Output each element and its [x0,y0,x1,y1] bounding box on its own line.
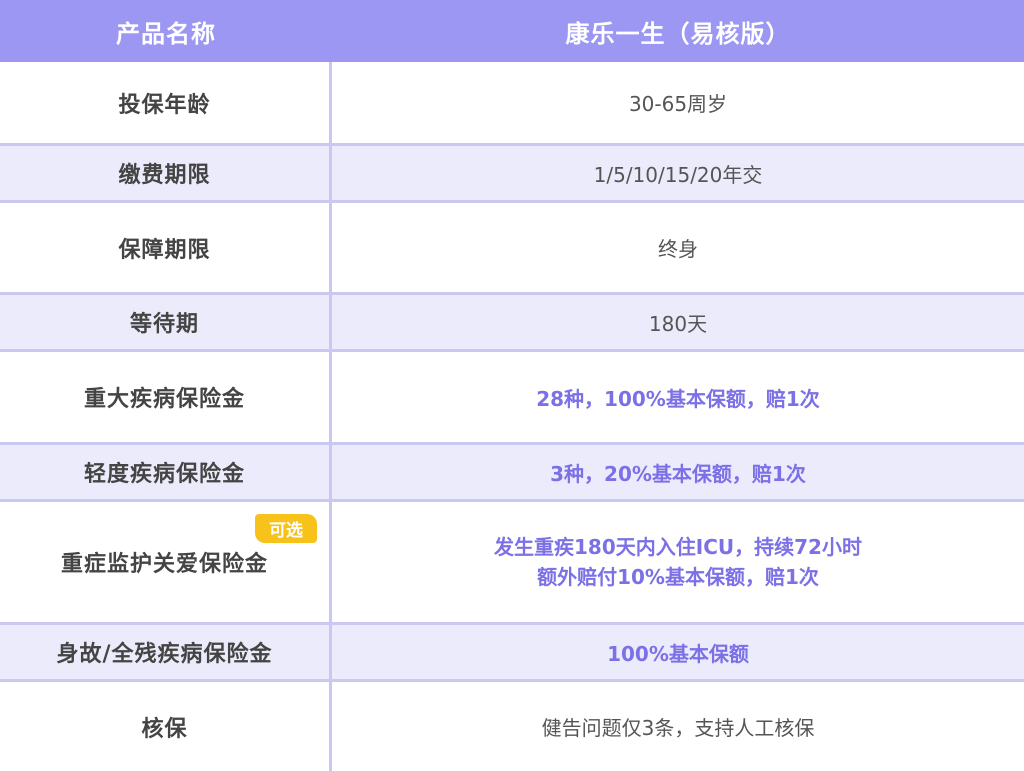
row-value-cell: 30-65周岁 [332,62,1024,143]
row-value: 180天 [648,311,708,336]
table-header-row: 产品名称 康乐一生（易核版） [0,0,1024,62]
row-value: 健告问题仅3条，支持人工核保 [541,716,815,740]
row-label-cell: 重大疾病保险金 [0,352,332,442]
row-label: 核保 [141,716,188,742]
row-value: 1/5/10/15/20年交 [593,162,763,187]
table-row-payment-term: 缴费期限 1/5/10/15/20年交 [0,146,1024,203]
table-row-underwriting: 核保 健告问题仅3条，支持人工核保 [0,682,1024,771]
row-label-cell: 投保年龄 [0,62,332,143]
comparison-table: 产品名称 康乐一生（易核版） 投保年龄 30-65周岁 缴费期限 1/5/10/… [0,0,1024,771]
row-value: 3种，20%基本保额，赔1次 [550,461,806,486]
table-row-coverage-term: 保障期限 终身 [0,203,1024,295]
row-value-cell: 28种，100%基本保额，赔1次 [332,352,1024,442]
row-value-line: 发生重疾180天内入住ICU，持续72小时 [494,535,862,559]
row-label-cell: 可选 重症监护关爱保险金 [0,502,332,622]
row-label: 轻度疾病保险金 [83,462,245,487]
row-value-cell: 1/5/10/15/20年交 [332,146,1024,200]
row-label-cell: 等待期 [0,295,332,349]
row-value-line: 额外赔付10%基本保额，赔1次 [537,565,819,589]
header-product-name-label: 产品名称 [116,19,216,48]
row-value-cell: 终身 [332,203,1024,292]
optional-badge: 可选 [255,514,317,543]
row-label-cell: 核保 [0,682,332,771]
row-value: 30-65周岁 [628,92,728,116]
table-row-death-disability: 身故/全残疾病保险金 100%基本保额 [0,625,1024,682]
table-row-icu-care: 可选 重症监护关爱保险金 发生重疾180天内入住ICU，持续72小时 额外赔付1… [0,502,1024,625]
header-product-title: 康乐一生（易核版） [565,19,791,48]
row-label: 投保年龄 [118,92,211,118]
row-value-cell: 发生重疾180天内入住ICU，持续72小时 额外赔付10%基本保额，赔1次 [332,502,1024,622]
row-label-cell: 缴费期限 [0,146,332,200]
row-value-cell: 健告问题仅3条，支持人工核保 [332,682,1024,771]
row-value-multiline: 发生重疾180天内入住ICU，持续72小时 额外赔付10%基本保额，赔1次 [494,532,862,592]
table-row-critical-illness: 重大疾病保险金 28种，100%基本保额，赔1次 [0,352,1024,445]
row-label: 等待期 [129,312,199,337]
header-right-cell: 康乐一生（易核版） [332,0,1024,62]
row-value-cell: 180天 [332,295,1024,349]
row-value: 28种，100%基本保额，赔1次 [536,386,820,411]
row-label-cell: 轻度疾病保险金 [0,445,332,499]
row-label: 身故/全残疾病保险金 [56,642,273,667]
row-label-cell: 保障期限 [0,203,332,292]
row-label: 重症监护关爱保险金 [60,552,268,577]
table-row-mild-illness: 轻度疾病保险金 3种，20%基本保额，赔1次 [0,445,1024,502]
row-label: 重大疾病保险金 [83,387,245,412]
row-label: 保障期限 [118,237,211,263]
row-label: 缴费期限 [118,163,211,188]
row-value-cell: 100%基本保额 [332,625,1024,679]
row-value: 100%基本保额 [607,641,749,666]
row-value-cell: 3种，20%基本保额，赔1次 [332,445,1024,499]
table-row-waiting-period: 等待期 180天 [0,295,1024,352]
header-left-cell: 产品名称 [0,0,332,62]
row-value: 终身 [658,237,698,261]
row-label-cell: 身故/全残疾病保险金 [0,625,332,679]
table-row-age: 投保年龄 30-65周岁 [0,62,1024,146]
